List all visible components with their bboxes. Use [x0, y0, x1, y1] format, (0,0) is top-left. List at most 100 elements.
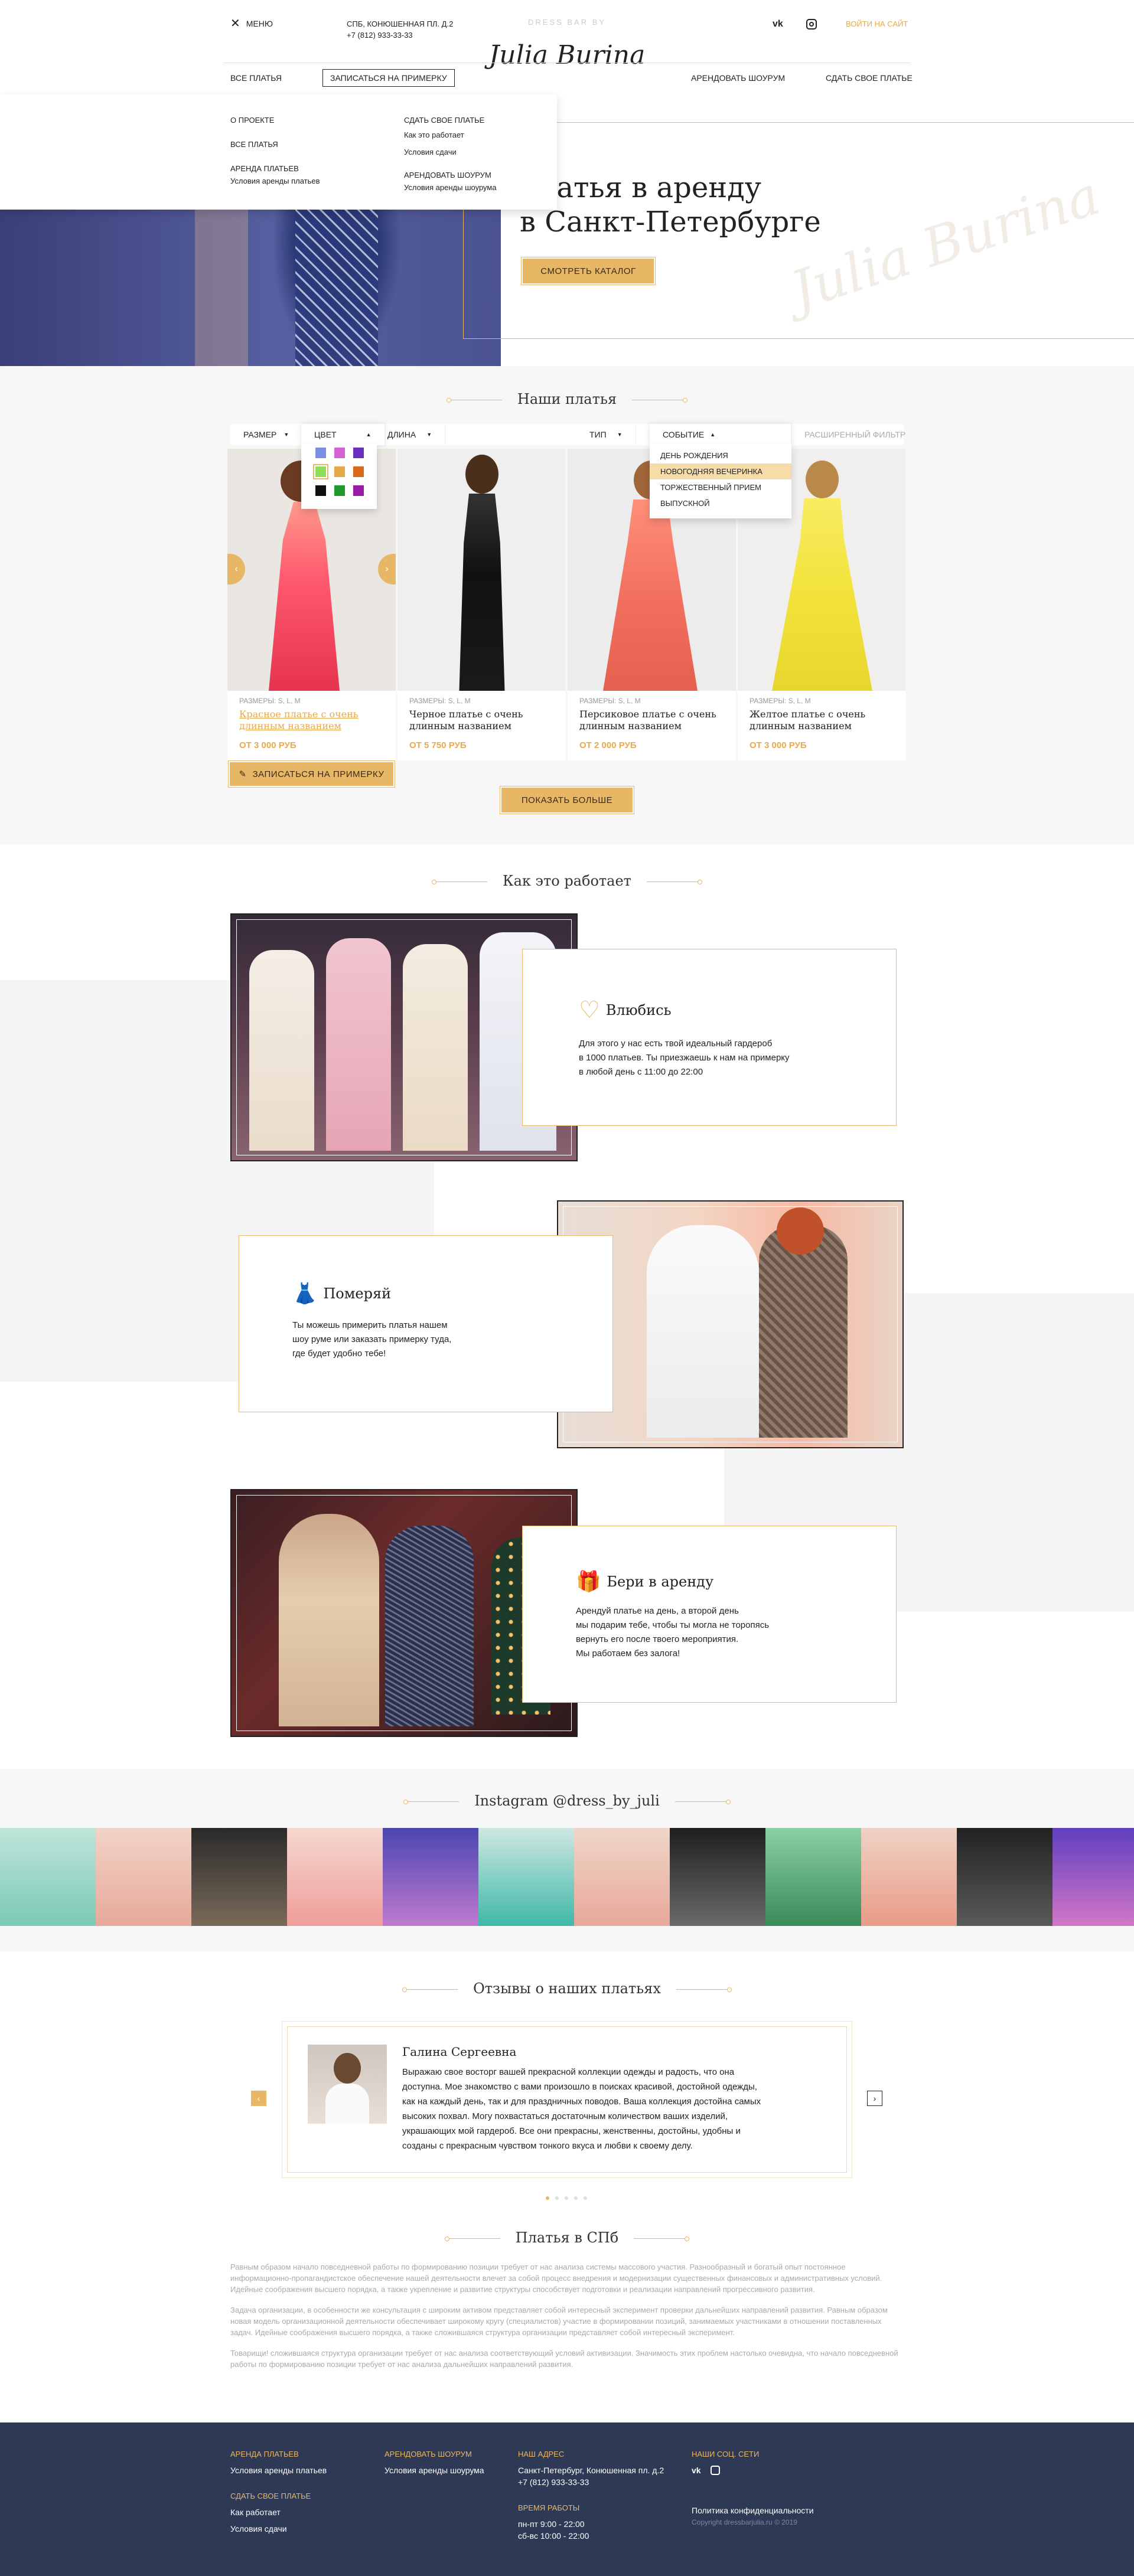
show-more-button[interactable]: ПОКАЗАТЬ БОЛЬШЕ [500, 786, 634, 814]
menu-label: МЕНЮ [246, 19, 273, 28]
nav-label[interactable]: ВСЕ ПЛАТЬЯ [230, 73, 282, 83]
copyright: Copyright dressbarjulia.ru © 2019 [692, 2518, 797, 2526]
menu-rent-showroom[interactable]: АРЕНДОВАТЬ ШОУРУМ [404, 171, 497, 179]
footer-heading[interactable]: СДАТЬ СВОЕ ПЛАТЬЕ [230, 2492, 327, 2500]
fitting-button[interactable]: ✎ ЗАПИСАТЬСЯ НА ПРИМЕРКУ [228, 760, 395, 788]
catalog-button[interactable]: СМОТРЕТЬ КАТАЛОГ [521, 257, 656, 285]
header-phone[interactable]: +7 (812) 933-33-33 [347, 31, 413, 40]
nav-fitting-button[interactable]: ЗАПИСАТЬСЯ НА ПРИМЕРКУ [322, 69, 455, 87]
vk-icon[interactable]: vk [692, 2464, 701, 2476]
dress-name[interactable]: Персиковое платье с очень длинным назван… [579, 709, 724, 732]
dress-photo[interactable] [397, 449, 566, 691]
instagram-photo[interactable] [287, 1828, 383, 1926]
footer-heading[interactable]: АРЕНДА ПЛАТЬЕВ [230, 2450, 327, 2459]
review-text: Выражаю свое восторг вашей прекрасной ко… [402, 2065, 761, 2153]
dress-price: ОТ 3 000 РУБ [239, 740, 296, 750]
dress-sizes: РАЗМЕРЫ: S, L, M [750, 697, 811, 705]
color-swatch[interactable] [315, 448, 326, 458]
nav-label[interactable]: СДАТЬ СВОЕ ПЛАТЬЕ [826, 73, 913, 83]
event-option[interactable]: ТОРЖЕСТВЕННЫЙ ПРИЕМ [650, 479, 791, 495]
filter-length[interactable]: ДЛИНА ▼ [374, 424, 446, 445]
hero-title-line2: в Санкт-Петербурге [520, 205, 821, 239]
dress-name[interactable]: Черное платье с очень длинным названием [409, 709, 554, 732]
color-swatch[interactable] [334, 466, 345, 477]
filter-color[interactable]: ЦВЕТ ▲ [301, 424, 385, 445]
step-text-line: Мы работаем без залога! [576, 1648, 680, 1658]
nav-give-dress[interactable]: СДАТЬ СВОЕ ПЛАТЬЕ [826, 73, 913, 84]
nav-label[interactable]: АРЕНДОВАТЬ ШОУРУМ [691, 73, 785, 83]
caret-down-icon: ▼ [284, 432, 289, 438]
event-option[interactable]: ДЕНЬ РОЖДЕНИЯ [650, 448, 791, 463]
review-prev-button[interactable]: ‹ [251, 2091, 266, 2106]
filter-size[interactable]: РАЗМЕР ▼ [230, 424, 303, 445]
dresses-title-wrap: Наши платья [0, 391, 1134, 407]
filter-label: СОБЫТИЕ [663, 430, 705, 439]
fitting-button-label: ЗАПИСАТЬСЯ НА ПРИМЕРКУ [252, 769, 384, 779]
event-option-active[interactable]: НОВОГОДНЯЯ ВЕЧЕРИНКА [650, 463, 791, 479]
dot[interactable] [555, 2196, 559, 2200]
dot[interactable] [584, 2196, 587, 2200]
footer-link[interactable]: Условия аренды шоурума [384, 2464, 484, 2476]
instagram-photo[interactable] [861, 1828, 957, 1926]
color-swatch[interactable] [353, 466, 364, 477]
dress-name[interactable]: Красное платье с очень длинным названием [239, 709, 384, 732]
caret-down-icon: ▼ [617, 432, 623, 438]
instagram-photo[interactable] [1052, 1828, 1134, 1926]
menu-all-dresses[interactable]: ВСЕ ПЛАТЬЯ [230, 140, 320, 149]
privacy-link[interactable]: Политика конфиденциальности [692, 2505, 814, 2516]
dress-sizes: РАЗМЕРЫ: S, L, M [409, 697, 471, 705]
instagram-photo[interactable] [957, 1828, 1052, 1926]
step-text-line: где будет удобно тебе! [292, 1349, 386, 1359]
dress-price: ОТ 3 000 РУБ [750, 740, 807, 750]
dot[interactable] [574, 2196, 578, 2200]
nav-rent-showroom[interactable]: АРЕНДОВАТЬ ШОУРУМ [691, 73, 785, 84]
vk-icon[interactable]: vk [773, 19, 783, 30]
instagram-photo[interactable] [96, 1828, 191, 1926]
color-swatch[interactable] [353, 448, 364, 458]
dot[interactable] [565, 2196, 568, 2200]
dress-sizes: РАЗМЕРЫ: S, L, M [239, 697, 301, 705]
dress-name[interactable]: Желтое платье с очень длинным названием [750, 709, 894, 732]
footer-link[interactable]: Условия аренды платьев [230, 2464, 327, 2476]
instagram-photo[interactable] [191, 1828, 287, 1926]
filter-type[interactable]: ТИП ▼ [576, 424, 636, 445]
footer-link[interactable]: Условия сдачи [230, 2523, 327, 2535]
footer-phone[interactable]: +7 (812) 933-33-33 [518, 2476, 664, 2488]
step-text-line: шоу руме или заказать примерку туда, [292, 1334, 452, 1344]
color-swatch[interactable] [315, 485, 326, 496]
event-option[interactable]: ВЫПУСКНОЙ [650, 495, 791, 511]
color-swatch[interactable] [334, 485, 345, 496]
filter-event[interactable]: СОБЫТИЕ ▲ [650, 424, 791, 445]
instagram-photo[interactable] [383, 1828, 478, 1926]
review-card: Галина Сергеевна Выражаю свое восторг ва… [287, 2026, 847, 2173]
menu-toggle[interactable]: ✕ МЕНЮ [230, 18, 273, 30]
logo[interactable]: Julia Burina [478, 40, 656, 70]
menu-showroom-terms[interactable]: Условия аренды шоурума [404, 183, 497, 192]
login-link[interactable]: ВОЙТИ НА САЙТ [846, 19, 908, 28]
instagram-icon[interactable] [806, 19, 817, 30]
footer-link[interactable]: Как работает [230, 2506, 327, 2518]
instagram-photo[interactable] [670, 1828, 765, 1926]
instagram-photo[interactable] [478, 1828, 574, 1926]
dress-card[interactable]: РАЗМЕРЫ: S, L, M Черное платье с очень д… [397, 449, 566, 760]
instagram-icon[interactable] [710, 2466, 720, 2475]
footer-heading[interactable]: АРЕНДОВАТЬ ШОУРУМ [384, 2450, 484, 2459]
dot-active[interactable] [546, 2196, 549, 2200]
instagram-photo[interactable] [574, 1828, 670, 1926]
menu-about[interactable]: О ПРОЕКТЕ [230, 116, 320, 125]
filter-advanced[interactable]: РАСШИРЕННЫЙ ФИЛЬТР [791, 424, 918, 445]
menu-give-terms[interactable]: Условия сдачи [404, 148, 497, 156]
menu-give-dress[interactable]: СДАТЬ СВОЕ ПЛАТЬЕ [404, 116, 497, 125]
instagram-photo[interactable] [0, 1828, 96, 1926]
color-swatch[interactable] [353, 485, 364, 496]
review-next-button[interactable]: › [867, 2091, 882, 2106]
instagram-photo[interactable] [765, 1828, 861, 1926]
menu-rent-dresses[interactable]: АРЕНДА ПЛАТЬЕВ [230, 164, 320, 173]
review-dots [546, 2196, 587, 2200]
color-swatch[interactable] [334, 448, 345, 458]
menu-how-it-works[interactable]: Как это работает [404, 130, 497, 139]
nav-all-dresses[interactable]: ВСЕ ПЛАТЬЯ [230, 73, 282, 84]
seo-text: Равным образом начало повседневной работ… [230, 2261, 904, 2370]
color-swatch[interactable] [313, 464, 328, 479]
menu-rent-terms[interactable]: Условия аренды платьев [230, 177, 320, 185]
